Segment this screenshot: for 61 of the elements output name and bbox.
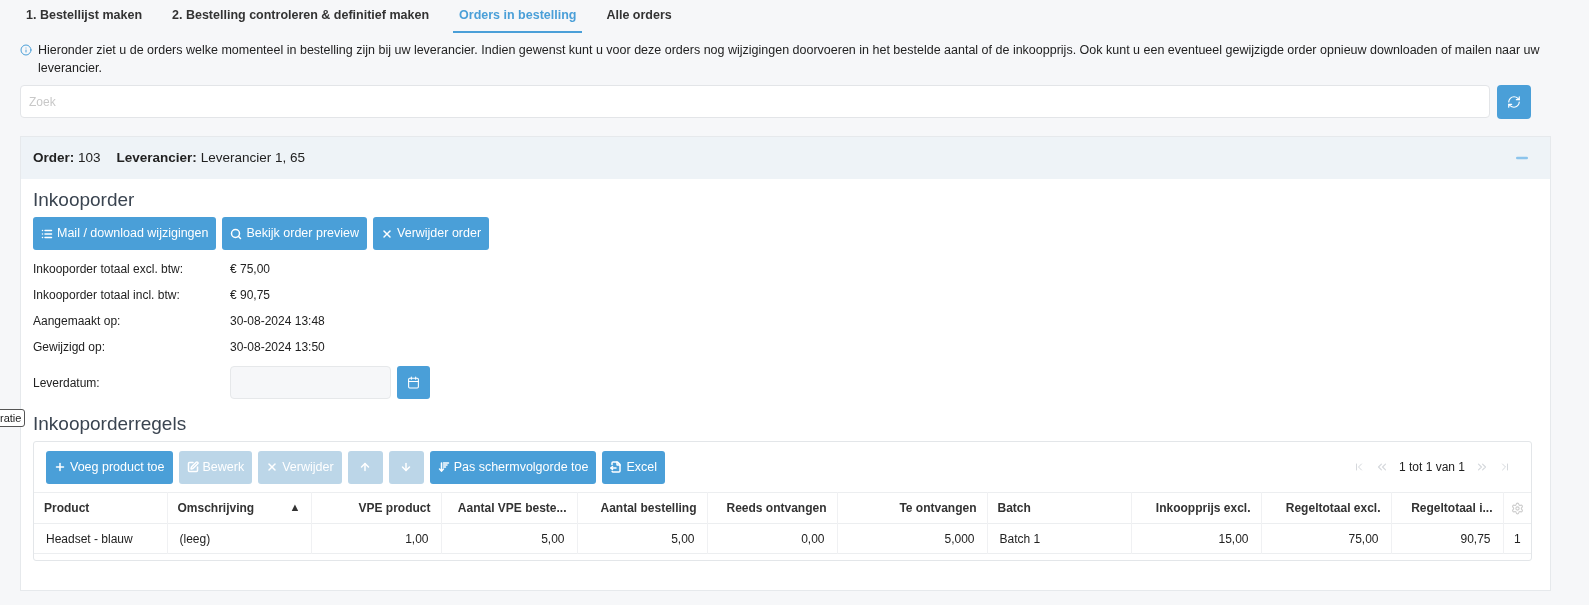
arrow-up-icon [359, 461, 372, 473]
plus-icon [54, 461, 66, 473]
column-header[interactable]: Batch [987, 492, 1131, 524]
supplier-name: Leverancier: Leverancier 1, 65 [116, 148, 305, 167]
calendar-icon [407, 376, 420, 389]
pager-text: 1 tot 1 van 1 [1398, 459, 1465, 476]
column-header[interactable]: Reeds ontvangen [707, 492, 837, 524]
table-cell: 5,000 [837, 523, 987, 554]
sort-icon [437, 461, 450, 473]
calendar-button[interactable] [397, 366, 430, 399]
table-cell: 15,00 [1131, 523, 1261, 554]
sort-indicator: ▲ [289, 500, 301, 515]
table-cell: Batch 1 [987, 523, 1131, 554]
refresh-icon [1507, 95, 1521, 109]
table-cell: 5,00 [441, 523, 577, 554]
tab[interactable]: 1. Bestellijst maken [20, 0, 149, 33]
export-icon [610, 461, 623, 473]
table-cell: 5,00 [577, 523, 707, 554]
field-label: Gewijzigd op: [33, 339, 107, 356]
table-cell: 0,00 [707, 523, 837, 554]
info-icon [20, 44, 32, 56]
column-header[interactable]: Regeltotaal excl. [1261, 492, 1391, 524]
column-header[interactable]: Product [34, 492, 167, 524]
table-cell: 90,75 [1391, 523, 1503, 554]
column-header[interactable]: Aantal bestelling [577, 492, 707, 524]
table-cell: Headset - blauw [34, 523, 167, 554]
field-value: 30-08-2024 13:50 [230, 339, 325, 356]
tab[interactable]: Alle orders [600, 0, 678, 33]
refresh-button[interactable] [1497, 85, 1531, 119]
order-number: Order: 103 [33, 148, 101, 167]
search-icon [230, 227, 243, 240]
table-cell: 1,00 [311, 523, 441, 554]
date-field[interactable] [230, 366, 391, 399]
field-label: Inkooporder totaal incl. btw: [33, 287, 181, 304]
field-value: € 75,00 [230, 261, 271, 278]
table-cell: 75,00 [1261, 523, 1391, 554]
column-header[interactable]: Te ontvangen [837, 492, 987, 524]
table-cell: 1 [1503, 523, 1531, 554]
section-title: Inkooporder [33, 188, 136, 212]
field-label: Aangemaakt op: [33, 313, 122, 330]
info-text: Hieronder ziet u de orders welke momenteel in bestelling zijn bij uw leverancier. Indien gewenst kunt u voor deze orders nog wijzigingen doorvoeren in het bestelde aantal of de inkoopprijs. Ook kunt u een eventueel gewijzigde order opnieuw downloaden of mailen naar uw leverancier. [38, 42, 1541, 77]
list-icon [41, 227, 53, 240]
field-label: Inkooporder totaal excl. btw: [33, 261, 185, 278]
column-header[interactable]: Omschrijving ▲ [167, 492, 311, 524]
field-value: € 90,75 [230, 287, 271, 304]
column-header[interactable]: Regeltotaal i... [1391, 492, 1503, 524]
close-icon [381, 227, 394, 240]
arrow-down-icon [400, 461, 413, 473]
column-header[interactable]: Inkoopprijs excl. [1131, 492, 1261, 524]
field-value: 30-08-2024 13:48 [230, 313, 325, 330]
tooltip: ratie [0, 409, 26, 427]
column-header[interactable]: VPE product [311, 492, 441, 524]
column-title: Omschrijving [177, 500, 255, 517]
section-title: Inkooporderregels [33, 412, 188, 436]
tab[interactable]: 2. Bestelling controleren & definitief maken [166, 0, 436, 33]
settings-icon[interactable] [1510, 501, 1524, 515]
table-cell: (leeg) [167, 523, 311, 554]
field-label: Leverdatum: [33, 374, 101, 392]
close-icon [266, 461, 279, 473]
edit-icon [186, 461, 199, 473]
column-header[interactable]: Aantal VPE beste... [441, 492, 577, 524]
